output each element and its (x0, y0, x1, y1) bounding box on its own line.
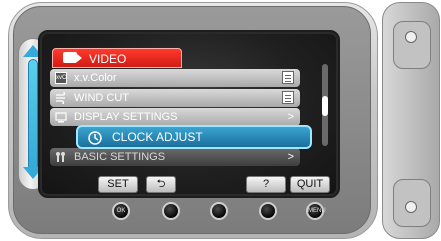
menu-item-chevron: > (287, 111, 294, 123)
menu-item-label: CLOCK ADJUST (112, 130, 203, 144)
slider-track[interactable] (28, 59, 38, 171)
hinge-top (393, 21, 431, 69)
menu-button[interactable]: MENU (306, 202, 326, 220)
quit-button[interactable]: QUIT (290, 176, 330, 193)
hardware-button-2[interactable] (162, 202, 180, 220)
menu-item-label: WIND CUT (74, 92, 129, 104)
ok-label: OK (116, 208, 126, 214)
lcd-hinge (382, 2, 440, 239)
menu-item-label: DISPLAY SETTINGS (74, 111, 178, 123)
scrollbar-thumb[interactable] (322, 96, 328, 116)
ok-button[interactable]: OK (112, 202, 130, 220)
menu-item-label: x.v.Color (74, 72, 117, 84)
menu-item-wind-cut[interactable]: WIND CUT (50, 89, 300, 107)
menu-item-clock-adjust[interactable]: CLOCK ADJUST (76, 125, 312, 149)
display-icon (55, 111, 67, 123)
menu-item-xvcolor[interactable]: xvC x.v.Color (50, 69, 300, 87)
menu-item-basic-settings[interactable]: BASIC SETTINGS > (50, 148, 300, 166)
set-button[interactable]: SET (98, 176, 138, 193)
hardware-button-4[interactable] (259, 202, 277, 220)
menu-item-display-settings[interactable]: DISPLAY SETTINGS > (50, 108, 300, 126)
xvcolor-icon: xvC (55, 72, 67, 84)
hardware-button-3[interactable] (210, 202, 228, 220)
help-button[interactable]: ? (246, 176, 286, 193)
screw-icon (405, 201, 417, 213)
wind-icon (55, 91, 67, 105)
tools-icon (55, 151, 67, 163)
video-camera-icon (63, 52, 82, 63)
menu-item-chevron: > (287, 151, 294, 163)
menu-item-label: BASIC SETTINGS (74, 151, 166, 163)
menu-icon (282, 91, 294, 104)
tab-label: VIDEO (89, 52, 127, 66)
back-button[interactable]: ⮌ (146, 176, 176, 193)
tab-video[interactable]: VIDEO (52, 48, 182, 68)
clock-icon (88, 131, 102, 145)
screw-icon (405, 31, 417, 43)
menu-icon (282, 71, 294, 84)
menu-label: MENU (308, 208, 326, 214)
